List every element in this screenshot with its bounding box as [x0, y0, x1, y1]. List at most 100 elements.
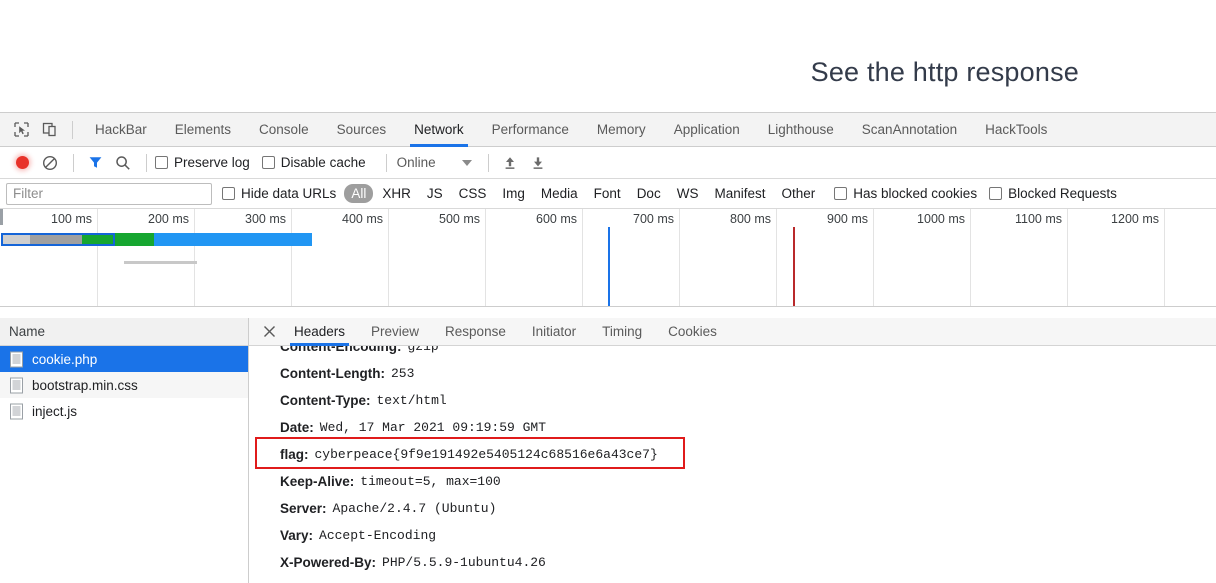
response-header-row: Vary: Accept-Encoding [280, 522, 1216, 549]
tab-label: HackTools [985, 122, 1048, 137]
device-toolbar-icon[interactable] [36, 117, 62, 143]
request-rows: cookie.php bootstrap.min.css inject.js [0, 346, 248, 424]
clear-button[interactable] [37, 150, 63, 176]
overview-gridline [679, 209, 680, 306]
blocked-requests-checkbox[interactable]: Blocked Requests [989, 186, 1117, 201]
tab-label: Console [259, 122, 309, 137]
filter-button[interactable] [82, 150, 108, 176]
clear-icon [42, 155, 58, 170]
response-header-name: Content-Encoding: [280, 346, 402, 354]
request-detail-pane: Headers Preview Response Initiator Timin… [249, 318, 1216, 583]
overview-tick-label: 800 ms [730, 212, 771, 226]
detail-tab-headers[interactable]: Headers [281, 318, 358, 346]
filter-type-doc[interactable]: Doc [630, 184, 668, 203]
filter-type-all[interactable]: All [344, 184, 374, 203]
tab-hacktools[interactable]: HackTools [971, 113, 1061, 147]
network-filter-bar: Hide data URLs All XHR JS CSS Img Media … [0, 179, 1216, 209]
search-button[interactable] [110, 150, 136, 176]
response-header-value: gzip [407, 346, 439, 354]
detail-tab-initiator[interactable]: Initiator [519, 318, 589, 346]
checkbox-box [261, 156, 275, 169]
import-har-button[interactable] [497, 150, 523, 176]
toolbar-divider-3 [146, 153, 147, 172]
filter-type-manifest[interactable]: Manifest [707, 184, 772, 203]
detail-tab-preview[interactable]: Preview [358, 318, 432, 346]
export-har-button[interactable] [525, 150, 551, 176]
tab-lighthouse[interactable]: Lighthouse [754, 113, 848, 147]
disable-cache-checkbox[interactable]: Disable cache [261, 155, 366, 170]
list-item[interactable]: inject.js [0, 398, 248, 424]
response-headers-list: Content-Encoding: gzip Content-Length: 253 C… [249, 346, 1216, 576]
network-timeline-overview[interactable]: 100 ms 200 ms 300 ms 400 ms 500 ms 600 ms 700 … [0, 209, 1216, 307]
throttle-select-value[interactable]: Online [397, 155, 436, 170]
filter-type-css[interactable]: CSS [452, 184, 494, 203]
tab-elements[interactable]: Elements [161, 113, 245, 147]
search-icon [116, 155, 130, 170]
filter-type-font[interactable]: Font [587, 184, 628, 203]
overview-tick-label: 1100 ms [1014, 212, 1062, 226]
list-item-label: inject.js [32, 403, 78, 419]
filter-type-media[interactable]: Media [534, 184, 585, 203]
overview-gridline [582, 209, 583, 306]
filter-type-other[interactable]: Other [774, 184, 822, 203]
detail-tab-response[interactable]: Response [432, 318, 519, 346]
hide-data-urls-checkbox[interactable]: Hide data URLs [222, 186, 336, 201]
overview-tick-label: 100 ms [51, 212, 92, 226]
toolbar-divider [72, 120, 73, 139]
inspect-element-icon[interactable] [8, 117, 34, 143]
upload-icon [505, 156, 515, 169]
detail-tab-cookies[interactable]: Cookies [655, 318, 730, 346]
filter-type-img[interactable]: Img [495, 184, 532, 203]
devtools-tabstrip: HackBar Elements Console Sources Network… [0, 113, 1216, 147]
waterfall-selection-outline [1, 233, 115, 246]
detail-tab-label: Preview [371, 324, 420, 339]
overview-gridline [1164, 209, 1165, 306]
toolbar-divider-4 [385, 153, 387, 172]
column-header-name[interactable]: Name [0, 318, 248, 346]
close-icon[interactable] [257, 320, 281, 344]
list-item[interactable]: cookie.php [0, 346, 248, 372]
tab-memory[interactable]: Memory [583, 113, 660, 147]
filter-type-ws[interactable]: WS [670, 184, 706, 203]
response-header-value: cyberpeace{9f9e191492e5405124c68516e6a43… [314, 447, 658, 462]
response-header-row: Server: Apache/2.4.7 (Ubuntu) [280, 495, 1216, 522]
tab-application[interactable]: Application [660, 113, 754, 147]
tab-label: Network [414, 122, 464, 137]
preserve-log-checkbox[interactable]: Preserve log [155, 155, 250, 170]
overview-gridline [873, 209, 874, 306]
download-icon [533, 156, 543, 169]
response-header-row: X-Powered-By: PHP/5.5.9-1ubuntu4.26 [280, 549, 1216, 576]
record-button[interactable] [9, 150, 35, 176]
waterfall-segment [154, 233, 312, 246]
filter-type-xhr[interactable]: XHR [375, 184, 418, 203]
filter-type-js[interactable]: JS [420, 184, 450, 203]
toolbar-divider-2 [73, 153, 74, 172]
tab-network[interactable]: Network [400, 113, 478, 147]
filter-input[interactable] [6, 182, 212, 205]
tab-label: HackBar [95, 122, 147, 137]
record-icon [15, 156, 29, 169]
overview-tick-label: 900 ms [827, 212, 868, 226]
response-header-name: Content-Type: [280, 393, 371, 408]
overview-gridline [291, 209, 292, 306]
has-blocked-cookies-checkbox[interactable]: Has blocked cookies [834, 186, 977, 201]
overview-tick-label: 600 ms [536, 212, 577, 226]
tab-hackbar[interactable]: HackBar [81, 113, 161, 147]
chevron-down-icon[interactable] [461, 159, 472, 166]
response-headers-scroll[interactable]: Content-Encoding: gzip Content-Length: 253 C… [249, 346, 1216, 583]
page-content-area: See the http response [0, 0, 1216, 112]
network-split: Name cookie.php bootstrap.min.css inject.j… [0, 318, 1216, 583]
tab-scanannotation[interactable]: ScanAnnotation [848, 113, 971, 147]
response-header-row: Content-Length: 253 [280, 360, 1216, 387]
overview-gridline [388, 209, 389, 306]
tab-sources[interactable]: Sources [323, 113, 401, 147]
document-icon [10, 351, 23, 367]
tab-performance[interactable]: Performance [478, 113, 583, 147]
tab-console[interactable]: Console [245, 113, 323, 147]
response-header-row: Content-Encoding: gzip [280, 346, 1216, 360]
detail-tab-timing[interactable]: Timing [589, 318, 655, 346]
disable-cache-label: Disable cache [280, 155, 366, 170]
overview-tick-label: 300 ms [245, 212, 286, 226]
checkbox-box [155, 156, 168, 169]
list-item[interactable]: bootstrap.min.css [0, 372, 248, 398]
